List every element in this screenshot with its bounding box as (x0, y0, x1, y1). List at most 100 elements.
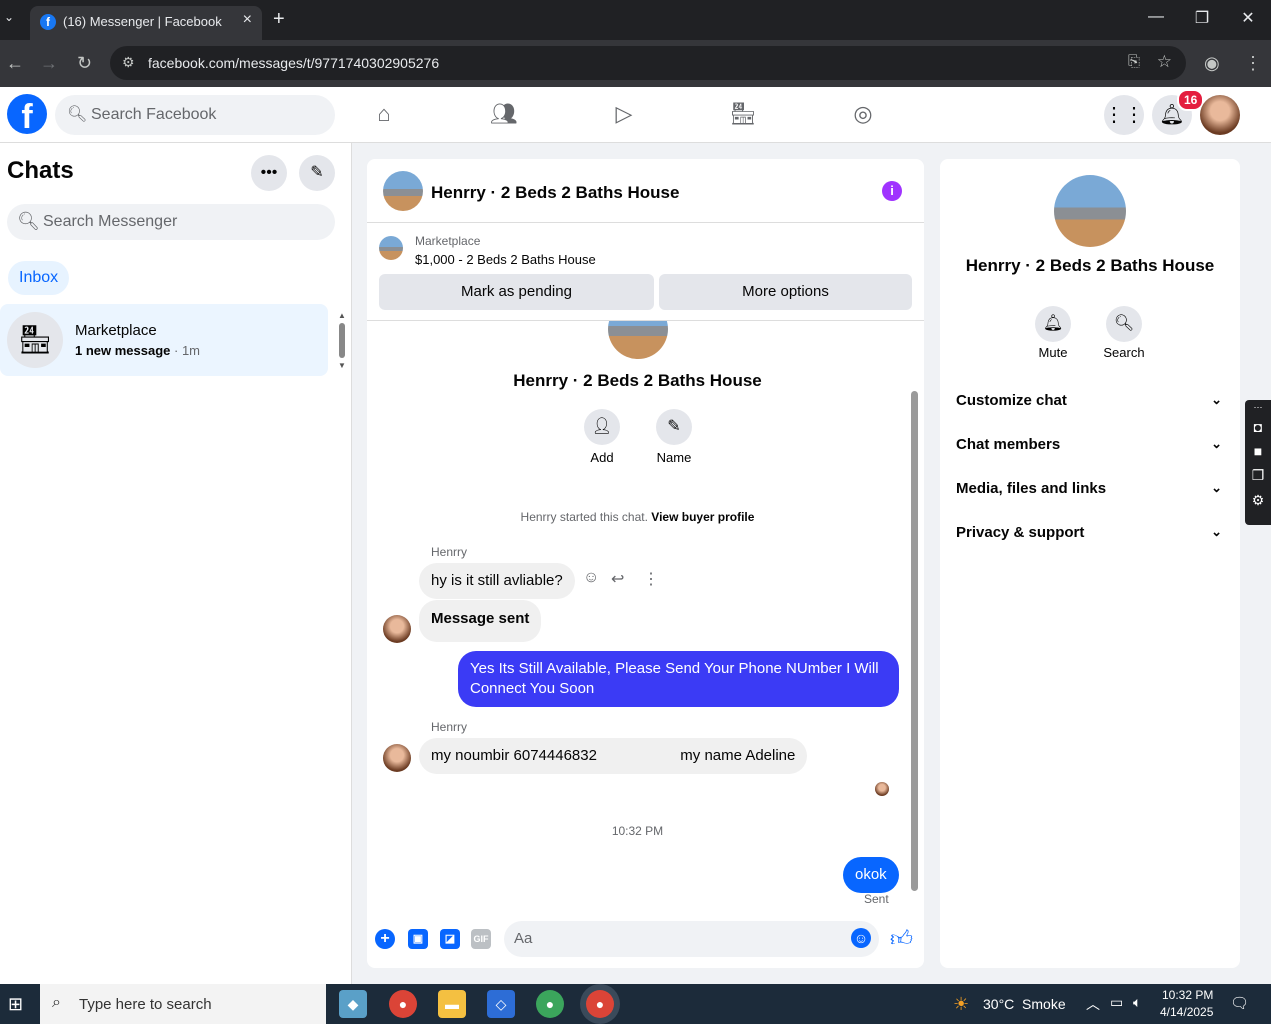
back-icon[interactable]: ← (6, 53, 24, 74)
app-icon[interactable]: ◇ (487, 990, 515, 1018)
listing-title[interactable]: $1,000 - 2 Beds 2 Baths House (415, 252, 596, 267)
notification-center-icon[interactable]: 🗨︎ (1230, 994, 1249, 1012)
chevron-down-icon: ⌄ (1211, 480, 1222, 495)
conversation-header: Henrry · 2 Beds 2 Baths House i (367, 159, 924, 223)
new-message-button[interactable]: ✎ (299, 155, 335, 191)
tab-search-icon[interactable]: ⌄ (4, 10, 14, 24)
camera-icon[interactable]: ◘ (1245, 419, 1271, 435)
chevron-down-icon: ⌄ (1211, 524, 1222, 539)
more-options-button[interactable]: More options (659, 274, 912, 310)
browser-tab[interactable]: f (16) Messenger | Facebook × (30, 6, 262, 40)
mute-label: Mute (1038, 345, 1068, 360)
search-icon[interactable]: 🔍︎ (1106, 306, 1142, 342)
info-icon[interactable]: i (882, 181, 902, 201)
clock-time[interactable]: 10:32 PM (1162, 988, 1213, 1002)
view-buyer-profile-link[interactable]: View buyer profile (651, 510, 754, 524)
listing-thumbnail[interactable] (379, 236, 403, 260)
edit-name-icon[interactable]: ✎ (656, 409, 692, 445)
extension-menu-icon[interactable]: ⋯ (1245, 402, 1271, 413)
video-icon[interactable]: ▷ (609, 101, 639, 129)
henrry-avatar[interactable] (383, 615, 411, 643)
message-thread[interactable]: Henrry · 2 Beds 2 Baths House 👤︎ Add ✎ N… (367, 321, 924, 911)
taskbar-search-input[interactable]: ⌕ Type here to search (40, 984, 326, 1024)
volume-icon[interactable]: 🔈︎ (1133, 994, 1141, 1011)
chat-list-item[interactable]: 🏪︎ Marketplace 1 new message · 1m (0, 304, 328, 376)
windows-taskbar: ⊞ ⌕ Type here to search ◆ ● ▬ ◇ ● ● ☀ 30… (0, 984, 1271, 1024)
bookmark-star-icon[interactable]: ☆ (1157, 52, 1172, 72)
henrry-avatar[interactable] (383, 744, 411, 772)
chat-preview: 1 new message · 1m (75, 343, 201, 358)
weather-text[interactable]: 30°C Smoke (983, 996, 1066, 1012)
chrome-active-icon[interactable]: ● (586, 990, 614, 1018)
chats-title: Chats (7, 157, 74, 184)
marketplace-icon[interactable]: 🏪︎ (728, 101, 758, 129)
profile-icon[interactable]: ◉ (1204, 53, 1220, 74)
forward-icon[interactable]: → (40, 53, 58, 74)
url-field[interactable]: ⚙ facebook.com/messages/t/97717403029052… (110, 46, 1186, 80)
chat-name: Marketplace (75, 322, 157, 339)
friends-icon[interactable]: 👥︎ (489, 101, 519, 129)
clock-date[interactable]: 4/14/2025 (1160, 1005, 1213, 1019)
sticker-icon[interactable]: ◪ (440, 929, 460, 949)
my-message-bubble[interactable]: okok (843, 857, 899, 893)
search-icon: ⌕ (52, 994, 61, 1011)
minimize-icon[interactable]: — (1141, 8, 1171, 26)
site-info-icon[interactable]: ⚙ (122, 54, 135, 71)
chrome-icon[interactable]: ● (389, 990, 417, 1018)
video-camera-icon[interactable]: ■ (1245, 443, 1271, 459)
message-bubble[interactable]: my noumbir 6074446832 my name Adeline (419, 738, 808, 774)
customize-chat-section[interactable]: Customize chat ⌄ (956, 392, 1226, 409)
new-tab-button[interactable]: + (273, 8, 285, 31)
more-actions-plus-icon[interactable]: + (375, 929, 395, 949)
search-icon: 🔍︎ (17, 211, 40, 231)
network-icon[interactable]: ▭ (1110, 994, 1123, 1011)
reload-icon[interactable]: ↻ (77, 53, 92, 74)
details-house-avatar[interactable] (1054, 175, 1126, 247)
message-bubble[interactable]: Message sent (419, 600, 542, 642)
close-window-icon[interactable]: ✕ (1233, 8, 1263, 28)
browser-menu-icon[interactable]: ⋮ (1244, 53, 1262, 74)
media-files-links-section[interactable]: Media, files and links ⌄ (956, 480, 1226, 497)
mark-as-pending-button[interactable]: Mark as pending (379, 274, 654, 310)
house-avatar[interactable] (383, 171, 423, 211)
facebook-search-input[interactable]: 🔍︎ Search Facebook (55, 95, 335, 135)
windows-start-icon[interactable]: ⊞ (8, 994, 23, 1015)
conversation-title[interactable]: Henrry · 2 Beds 2 Baths House (431, 183, 679, 203)
chat-options-button[interactable]: ••• (251, 155, 287, 191)
privacy-support-section[interactable]: Privacy & support ⌄ (956, 524, 1226, 541)
notes-app-icon[interactable]: ◆ (339, 990, 367, 1018)
groups-icon[interactable]: ◎ (848, 101, 878, 129)
like-thumbs-up-icon[interactable]: 👍︎ (890, 925, 913, 952)
message-input[interactable]: Aa ☺ (504, 921, 879, 957)
thread-scrollbar[interactable] (911, 391, 918, 891)
chrome-profile-icon[interactable]: ● (536, 990, 564, 1018)
file-explorer-icon[interactable]: ▬ (438, 990, 466, 1018)
add-person-icon[interactable]: 👤︎ (584, 409, 620, 445)
attach-photo-icon[interactable]: ▣ (408, 929, 428, 949)
chat-list-scrollbar[interactable]: ▲ ▼ (338, 311, 346, 371)
messenger-search-input[interactable]: 🔍︎ Search Messenger (7, 204, 335, 240)
message-more-icon[interactable]: ⋮ (643, 569, 659, 589)
home-icon[interactable]: ⌂ (369, 101, 399, 129)
emoji-icon[interactable]: ☺ (851, 928, 871, 948)
inbox-filter-button[interactable]: Inbox (8, 261, 70, 295)
copy-icon[interactable]: ❐ (1245, 467, 1271, 484)
facebook-logo[interactable]: f (7, 94, 47, 134)
chevron-down-icon: ⌄ (1211, 436, 1222, 451)
account-avatar[interactable] (1200, 95, 1240, 135)
chat-members-section[interactable]: Chat members ⌄ (956, 436, 1226, 453)
url-text: facebook.com/messages/t/9771740302905276 (148, 55, 440, 71)
menu-grid-icon[interactable]: ⋮⋮ (1104, 95, 1144, 135)
gif-icon[interactable]: GIF (471, 929, 491, 949)
restore-icon[interactable]: ❐ (1187, 8, 1217, 28)
settings-gear-icon[interactable]: ⚙ (1245, 492, 1271, 509)
my-message-bubble[interactable]: Yes Its Still Available, Please Send You… (458, 651, 899, 707)
mute-bell-icon[interactable]: 🔔︎ (1035, 306, 1071, 342)
tray-chevron-icon[interactable]: ︿ (1086, 994, 1100, 1014)
message-bubble[interactable]: hy is it still avliable? (419, 563, 575, 599)
install-app-icon[interactable]: ⎘ (1128, 53, 1140, 70)
react-emoji-icon[interactable]: ☺ (583, 569, 599, 587)
reply-icon[interactable]: ↩ (611, 569, 624, 589)
close-tab-icon[interactable]: × (243, 11, 252, 29)
sender-name: Henrry (431, 545, 468, 559)
